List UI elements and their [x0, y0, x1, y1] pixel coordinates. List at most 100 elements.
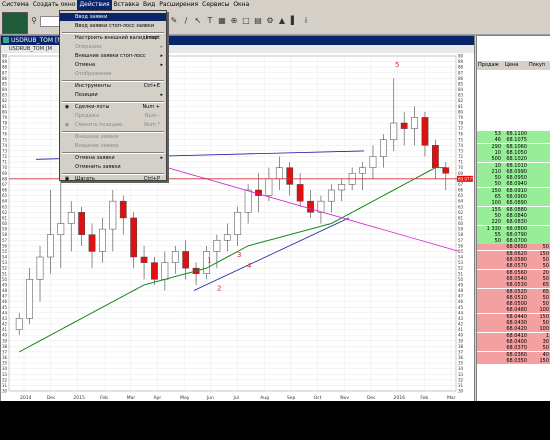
order-book-row[interactable]: 68.0580 50 — [477, 257, 550, 263]
order-book-row[interactable]: 68.0480 100 — [477, 307, 550, 314]
order-book-row[interactable]: 68.0560 20 — [477, 269, 550, 276]
menubar-item-2[interactable]: Действия — [77, 0, 112, 10]
menubar-item-6[interactable]: Сервисы — [200, 0, 231, 10]
menubar-item-7[interactable]: Окна — [231, 0, 251, 10]
menubar-item-4[interactable]: Вид — [141, 0, 157, 10]
y-tick-left: 83 — [2, 93, 8, 98]
y-tick-right: 48 — [458, 288, 464, 293]
order-book-row[interactable]: 68.0420 100 — [477, 326, 550, 333]
order-book-row[interactable]: 68.0510 50 — [477, 294, 550, 301]
menu-item-0[interactable]: Ввод заявки — [60, 13, 166, 21]
order-book-row[interactable]: 50 68.0840 — [477, 212, 550, 219]
menu-item-1[interactable]: Ввод заявки стоп-лосс заявки — [60, 22, 166, 30]
menu-item-5[interactable]: Отмена ▸ — [60, 61, 166, 69]
order-book-row[interactable]: 68.0440 150 — [477, 313, 550, 320]
order-book-buy: 20 — [542, 269, 549, 276]
y-tick-right: 30 — [458, 389, 464, 394]
order-book-buy: 50 — [542, 244, 549, 251]
order-book-buy: 65 — [542, 288, 549, 295]
cursor-icon[interactable]: ↖ — [194, 16, 202, 25]
menu-item-9[interactable]: ◉ Сделки-лоты Num + — [60, 103, 166, 111]
wave-annotation: 2 — [217, 285, 221, 293]
y-tick-left: 76 — [2, 132, 8, 137]
y-tick-left: 77 — [2, 126, 8, 131]
y-tick-right: 76 — [458, 132, 464, 137]
order-book-row[interactable]: 68.0650 50 — [477, 244, 550, 251]
order-book-row[interactable]: 50 68.0950 — [477, 175, 550, 182]
order-book-row[interactable]: 220 68.0830 — [477, 219, 550, 226]
zoom-icon[interactable]: ⊕ — [230, 16, 238, 25]
menu-item-4[interactable]: Внешние заявки стоп-лосс ▸ — [60, 52, 166, 60]
order-book-buy: 150 — [539, 250, 549, 257]
chart-icon[interactable]: ▲ — [278, 16, 286, 25]
y-tick-right: 86 — [458, 76, 464, 81]
order-book-row[interactable]: 290 68.1060 — [477, 143, 550, 150]
order-book-row[interactable]: 68.0430 50 — [477, 320, 550, 326]
settings-icon[interactable]: ⚙ — [266, 16, 274, 25]
order-book-row[interactable]: 50 68.0700 — [477, 238, 550, 245]
order-book-row[interactable]: 68.0400 30 — [477, 338, 550, 345]
candle-body — [234, 212, 242, 235]
order-book-row[interactable]: 68.0520 65 — [477, 288, 550, 295]
order-book-row[interactable]: 68.0530 65 — [477, 282, 550, 289]
bars-icon[interactable]: ▌ — [290, 16, 298, 25]
menubar-item-0[interactable]: Система — [0, 0, 31, 10]
menu-item-14[interactable]: Отмена заявки ▸ — [60, 154, 166, 162]
menu-item-2[interactable]: Настроить внешний валидатор Insert — [60, 34, 166, 42]
menu-item-label: Отменить заявки — [75, 164, 121, 170]
order-book-price: 68.0830 — [506, 219, 527, 226]
menu-item-7[interactable]: Инструменты Ctrl+E — [60, 82, 166, 90]
order-book-sell: 50 — [494, 175, 501, 182]
menubar-item-5[interactable]: Расширения — [157, 0, 200, 10]
info-icon[interactable]: i — [302, 16, 310, 25]
y-tick-right: 39 — [458, 338, 464, 343]
order-book-row[interactable]: 100 68.0890 — [477, 200, 550, 207]
pencil-icon[interactable]: ✎ — [170, 16, 178, 25]
order-book-row[interactable]: 500 68.1020 — [477, 156, 550, 163]
order-book-row[interactable]: 10 68.1050 — [477, 149, 550, 156]
order-book-row[interactable]: 68.0570 50 — [477, 263, 550, 270]
order-book-row[interactable]: 68.0350 150 — [477, 357, 550, 364]
menu-item-16[interactable]: ▣ Шагать Ctrl+P — [60, 175, 166, 183]
order-book-row[interactable]: 46 68.1075 — [477, 137, 550, 144]
menu-item-shortcut: Num + — [142, 104, 160, 110]
search-icon[interactable]: ⚲ — [30, 16, 38, 25]
order-book-row[interactable]: 210 68.0990 — [477, 168, 550, 175]
order-book-row[interactable]: 68.0360 40 — [477, 351, 550, 358]
order-book-row[interactable]: 1 330 68.0800 — [477, 225, 550, 232]
order-book-row[interactable]: 55 68.0790 — [477, 231, 550, 238]
order-book-row[interactable]: 50 68.0940 — [477, 181, 550, 188]
order-book-row[interactable]: 53 68.1100 — [477, 131, 550, 137]
menubar-item-3[interactable]: Вставка — [112, 0, 141, 10]
order-book-row[interactable]: 68.0370 50 — [477, 345, 550, 352]
y-tick-right: 42 — [458, 322, 464, 327]
order-book-row[interactable]: 65 68.0900 — [477, 194, 550, 200]
order-book-price: 68.0900 — [506, 194, 527, 200]
table-icon[interactable]: ▤ — [254, 16, 262, 25]
order-book-price: 68.0620 — [506, 250, 527, 257]
y-tick-left: 80 — [2, 109, 8, 114]
order-book-row[interactable]: 68.0500 50 — [477, 301, 550, 308]
menu-item-15[interactable]: Отменить заявки — [60, 163, 166, 171]
submenu-arrow-icon: ▸ — [160, 62, 163, 68]
candle-body — [36, 256, 44, 280]
y-tick-left: 37 — [2, 349, 8, 354]
order-book-row[interactable]: 68.0410 1 — [477, 332, 550, 339]
menubar-item-1[interactable]: Создать окно — [31, 0, 78, 10]
order-book-row[interactable]: 68.0620 150 — [477, 250, 550, 257]
grid-icon[interactable]: ▦ — [218, 16, 226, 25]
menu-item-8[interactable]: Позиции ▸ — [60, 91, 166, 99]
line-tool-icon[interactable]: ∕ — [182, 16, 190, 25]
order-book-row[interactable]: 68.0540 50 — [477, 275, 550, 282]
text-tool-icon[interactable]: T — [206, 16, 214, 25]
y-tick-left: 78 — [2, 121, 8, 126]
candle-body — [26, 279, 33, 319]
order-book-row[interactable]: 10 68.1010 — [477, 162, 550, 169]
order-book-sell: 210 — [491, 168, 501, 175]
window-icon[interactable]: □ — [242, 16, 250, 25]
y-tick-right: 34 — [458, 366, 464, 371]
order-book: Продаж Цена Покуп 53 68.1100 46 68.1075 290 6… — [476, 35, 550, 401]
order-book-row[interactable]: 150 68.0910 — [477, 187, 550, 194]
menu-item-label: Позиции — [75, 92, 98, 98]
order-book-row[interactable]: 155 68.0880 — [477, 206, 550, 213]
